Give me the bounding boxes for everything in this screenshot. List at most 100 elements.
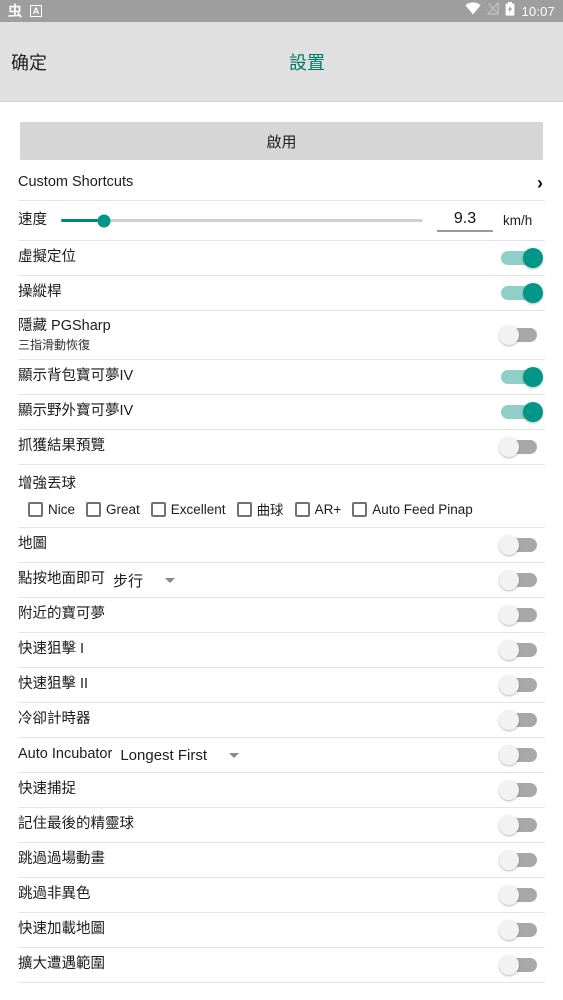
checkbox-icon[interactable] <box>352 501 368 517</box>
tap-to-walk-switch[interactable] <box>499 569 545 591</box>
row-label: 抓獲結果預覽 <box>18 438 105 455</box>
a-letter-badge-icon: A <box>30 5 42 17</box>
auto-incubator-value: Longest First <box>120 746 208 764</box>
checkbox-icon[interactable] <box>150 501 166 517</box>
row-toggle-5[interactable]: 抓獲結果預覽 <box>18 430 545 466</box>
switch-thumb <box>499 640 519 661</box>
checkbox-icon[interactable] <box>28 501 43 517</box>
row-misc-0[interactable]: 快速捕捉 <box>18 773 545 809</box>
switch-thumb <box>499 710 519 731</box>
status-bar: 虫 A 10:07 <box>0 0 563 22</box>
auto-incubator-dropdown[interactable]: Longest First <box>112 746 240 764</box>
row-label: 附近的寶可夢 <box>18 606 105 623</box>
row-label: 操縱桿 <box>18 284 62 301</box>
throw-option-4[interactable]: AR+ <box>294 501 341 517</box>
throw-option-label: Nice <box>48 501 76 517</box>
row-text: 跳過非異色 <box>18 885 91 905</box>
throw-option-label: 曲球 <box>256 503 284 519</box>
throw-option-label: Excellent <box>170 501 226 517</box>
row-auto-incubator[interactable]: Auto Incubator Longest First <box>18 738 545 774</box>
throw-option-5[interactable]: Auto Feed Pinap <box>352 501 473 517</box>
row-text: 擴大遭遇範圍 <box>18 955 105 975</box>
throw-option-2[interactable]: Excellent <box>150 501 226 517</box>
throw-option-1[interactable]: Great <box>86 501 140 517</box>
tap-to-walk-value: 步行 <box>113 572 144 590</box>
row-snipe-1[interactable]: 快速狙擊 I <box>18 633 545 669</box>
status-bar-left: 虫 A <box>8 4 42 18</box>
row-label: 擴大遭遇範圍 <box>18 956 105 973</box>
toggle-switch[interactable] <box>499 849 545 871</box>
checkbox-icon[interactable] <box>236 501 252 517</box>
toggle-switch[interactable] <box>499 324 545 346</box>
row-custom-shortcuts[interactable]: Custom Shortcuts › <box>18 166 545 201</box>
row-toggle-2[interactable]: 隱藏 PGSharp 三指滑動恢復 <box>18 311 545 361</box>
row-misc-4[interactable]: 快速加載地圖 <box>18 913 545 949</box>
auto-incubator-switch[interactable] <box>499 744 545 766</box>
row-misc-2[interactable]: 跳過過場動畫 <box>18 843 545 879</box>
row-throw-enhancement: 增強丟球 Nice Great Excellent 曲球 AR+ Auto Feed Pi… <box>18 465 545 529</box>
toggle-switch[interactable] <box>499 366 545 388</box>
toggle-switch[interactable] <box>499 436 545 458</box>
switch-thumb <box>499 535 519 556</box>
speed-slider-thumb[interactable] <box>97 214 111 227</box>
row-text: 顯示野外寶可夢IV <box>18 402 133 422</box>
toggle-switch[interactable] <box>499 674 545 696</box>
page-title: 設置 <box>289 52 325 73</box>
toggle-switch[interactable] <box>499 401 545 423</box>
row-misc-3[interactable]: 跳過非異色 <box>18 878 545 914</box>
row-toggle-4[interactable]: 顯示野外寶可夢IV <box>18 395 545 431</box>
speed-value: 9.3 <box>453 209 477 227</box>
toggle-group-sniping: 附近的寶可夢快速狙擊 I 快速狙擊 II 冷卻計時器 <box>18 598 545 739</box>
row-snipe-0[interactable]: 附近的寶可夢 <box>18 598 545 634</box>
toggle-switch[interactable] <box>499 604 545 626</box>
enable-button-container: 啟用 <box>0 114 563 166</box>
confirm-button[interactable]: 确定 <box>11 49 47 75</box>
row-misc-1[interactable]: 記住最後的精靈球 <box>18 808 545 844</box>
speed-slider[interactable] <box>61 214 423 227</box>
toggle-switch[interactable] <box>499 534 545 556</box>
toggle-switch[interactable] <box>499 709 545 731</box>
toggle-switch[interactable] <box>499 779 545 801</box>
toggle-switch[interactable] <box>499 247 545 269</box>
toggle-switch[interactable] <box>499 639 545 661</box>
row-map-0[interactable]: 地圖 <box>18 528 545 564</box>
row-label: 快速加載地圖 <box>18 921 105 938</box>
row-toggle-1[interactable]: 操縱桿 <box>18 276 545 311</box>
row-text: 抓獲結果預覽 <box>18 437 105 457</box>
row-label: 地圖 <box>18 536 47 553</box>
settings-content: 啟用 Custom Shortcuts › 速度 9.3 km/h 虛擬定位操縱… <box>0 102 563 984</box>
row-label: 快速捕捉 <box>18 781 76 798</box>
row-text: 快速捕捉 <box>18 780 76 800</box>
row-misc-5[interactable]: 擴大遭遇範圍 <box>18 948 545 984</box>
row-snipe-3[interactable]: 冷卻計時器 <box>18 703 545 739</box>
speed-input[interactable]: 9.3 <box>437 210 493 232</box>
switch-thumb <box>499 570 519 591</box>
row-snipe-2[interactable]: 快速狙擊 II <box>18 668 545 704</box>
toggle-switch[interactable] <box>499 919 545 941</box>
custom-shortcuts-label: Custom Shortcuts <box>18 174 134 191</box>
switch-thumb <box>499 675 519 696</box>
row-toggle-3[interactable]: 顯示背包寶可夢IV <box>18 360 545 396</box>
throw-enhancement-label: 增強丟球 <box>18 476 76 493</box>
toggle-switch[interactable] <box>499 884 545 906</box>
throw-option-0[interactable]: Nice <box>28 501 76 517</box>
row-tap-to-walk[interactable]: 點按地面即可 步行 <box>18 563 545 599</box>
toggle-switch[interactable] <box>499 814 545 836</box>
tap-to-walk-dropdown[interactable]: 步行 <box>105 570 176 591</box>
enable-button[interactable]: 啟用 <box>20 122 543 160</box>
toggle-switch[interactable] <box>499 282 545 304</box>
auto-incubator-label: Auto Incubator <box>18 746 113 763</box>
throw-option-list: Nice Great Excellent 曲球 AR+ Auto Feed Pinap <box>18 499 545 519</box>
row-speed[interactable]: 速度 9.3 km/h <box>18 201 545 241</box>
toggle-group-primary: 虛擬定位操縱桿隱藏 PGSharp 三指滑動恢復 顯示背包寶可夢IV 顯示野外寶可夢I… <box>18 241 545 466</box>
switch-thumb <box>499 437 519 458</box>
row-toggle-0[interactable]: 虛擬定位 <box>18 241 545 276</box>
wifi-icon <box>465 2 482 20</box>
checkbox-icon[interactable] <box>86 501 102 517</box>
checkbox-icon[interactable] <box>294 501 310 517</box>
throw-option-3[interactable]: 曲球 <box>236 499 284 519</box>
row-text: 跳過過場動畫 <box>18 850 105 870</box>
toggle-switch[interactable] <box>499 954 545 976</box>
status-bar-right: 10:07 <box>465 1 555 21</box>
battery-charging-icon <box>505 1 515 21</box>
